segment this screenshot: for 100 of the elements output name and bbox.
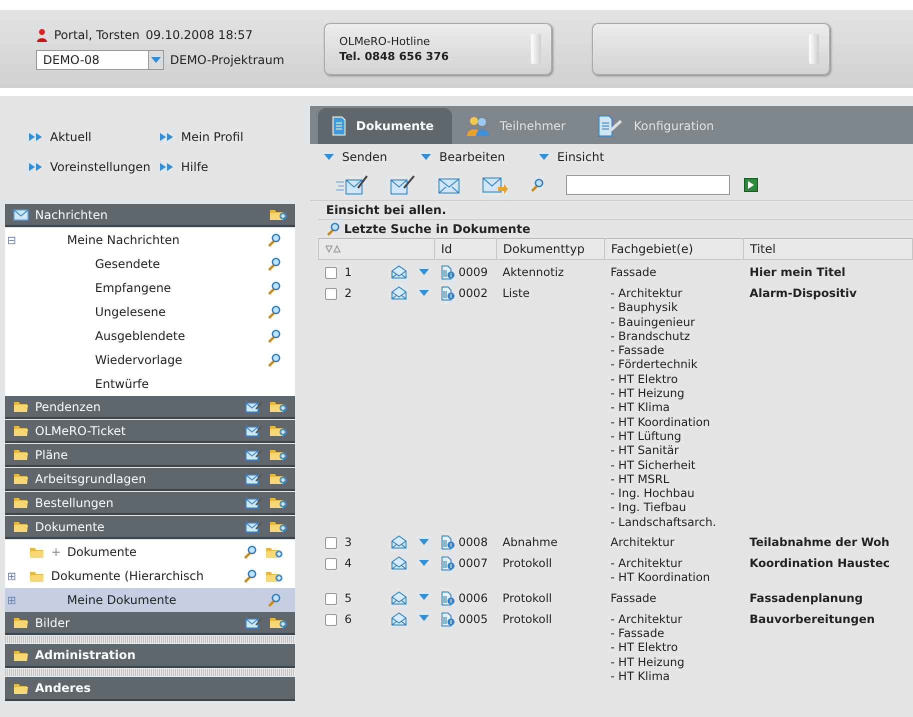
tree-item[interactable]: ⊞ Dokumente (Hierarchisch <box>5 564 295 588</box>
tree-item[interactable]: Entwürfe <box>5 372 295 396</box>
column-header[interactable]: Titel <box>744 238 912 260</box>
mail-arrow-icon[interactable] <box>482 175 508 195</box>
section-header[interactable]: Bestellungen <box>5 492 295 515</box>
toggle-icon[interactable]: ⊟ <box>7 234 16 246</box>
search-icon[interactable] <box>267 281 281 295</box>
document-icon[interactable] <box>440 612 454 627</box>
mail-icon[interactable] <box>438 176 460 194</box>
menu-button[interactable]: Bearbeiten <box>421 150 506 164</box>
caret-icon[interactable] <box>421 154 432 160</box>
nav-link[interactable]: Hilfe <box>159 160 290 174</box>
column-header[interactable]: Id <box>434 238 496 260</box>
caret-icon[interactable] <box>418 615 428 622</box>
search-icon[interactable] <box>267 233 281 247</box>
nav-link[interactable]: Mein Profil <box>159 130 290 144</box>
search-icon[interactable] <box>267 257 281 271</box>
row-checkbox[interactable] <box>324 537 336 550</box>
tree-item[interactable]: Ungelesene <box>5 300 295 324</box>
section-header[interactable]: Pläne <box>5 444 295 467</box>
section-header[interactable]: OLMeRO-Ticket <box>5 420 295 443</box>
tab[interactable]: Dokumente <box>318 108 452 144</box>
folder-add-icon[interactable] <box>269 208 287 221</box>
search-icon[interactable] <box>530 178 544 192</box>
section-header[interactable]: Pendenzen <box>5 396 295 419</box>
document-icon[interactable] <box>440 556 454 572</box>
mail-icon[interactable] <box>390 265 406 279</box>
caret-icon[interactable] <box>418 538 428 546</box>
mail-edit-icon[interactable] <box>245 496 263 509</box>
user-icon <box>36 28 48 42</box>
mail-edit-icon[interactable] <box>245 520 263 533</box>
row-checkbox[interactable] <box>324 614 336 626</box>
section-header[interactable]: Administration <box>5 644 295 668</box>
section-header[interactable]: Dokumente <box>5 516 295 539</box>
nav-link[interactable]: Aktuell <box>28 130 159 144</box>
toggle-icon[interactable]: ⊞ <box>7 570 16 582</box>
column-header[interactable]: Fachgebiet(e) <box>604 238 744 260</box>
caret-icon[interactable] <box>539 154 550 160</box>
nav-link[interactable]: Voreinstellungen <box>28 160 159 174</box>
project-select[interactable]: DEMO-08 <box>36 50 164 70</box>
search-icon[interactable] <box>267 353 281 367</box>
search-icon[interactable] <box>267 593 281 607</box>
mail-edit-icon[interactable] <box>245 448 263 461</box>
row-checkbox[interactable] <box>324 558 336 570</box>
mail-edit-icon[interactable] <box>245 616 263 629</box>
search-field[interactable] <box>566 175 730 195</box>
mail-icon[interactable] <box>390 535 406 550</box>
folder-add-icon[interactable] <box>269 472 287 485</box>
menu-button[interactable]: Senden <box>324 150 388 164</box>
caret-icon[interactable] <box>418 290 428 296</box>
mail-icon[interactable] <box>390 590 406 605</box>
tree-item[interactable]: ⊞ Meine Dokumente <box>5 588 295 612</box>
mail-icon[interactable] <box>390 556 406 570</box>
mail-icon[interactable] <box>390 612 406 626</box>
search-icon[interactable] <box>326 222 340 236</box>
expand-marker[interactable]: + <box>51 545 62 559</box>
row-checkbox[interactable] <box>324 288 336 300</box>
document-icon[interactable] <box>440 286 454 301</box>
folder-add-icon[interactable] <box>269 496 287 509</box>
document-icon[interactable] <box>440 535 454 550</box>
section-header[interactable]: Nachrichten <box>5 204 295 227</box>
caret-icon[interactable] <box>418 560 428 567</box>
tree-item[interactable]: + Dokumente <box>5 540 295 564</box>
folder-add-icon[interactable] <box>269 520 287 533</box>
search-icon[interactable] <box>243 545 257 559</box>
section-header[interactable]: Bilder <box>5 612 295 635</box>
menu-button[interactable]: Einsicht <box>539 150 604 164</box>
folder-add-icon[interactable] <box>269 616 287 629</box>
mail-icon[interactable] <box>390 286 406 300</box>
document-icon[interactable] <box>440 265 454 280</box>
dropdown-icon[interactable] <box>151 56 161 64</box>
folder-add-icon[interactable] <box>265 570 283 582</box>
caret-icon[interactable] <box>324 154 334 160</box>
tree-item[interactable]: Gesendete <box>5 252 295 276</box>
section-header[interactable]: Arbeitsgrundlagen <box>5 468 295 491</box>
tree-item[interactable]: ⊟ Meine Nachrichten <box>5 228 295 252</box>
caret-icon[interactable] <box>418 268 428 276</box>
search-icon[interactable] <box>267 305 281 319</box>
mail-edit-icon[interactable] <box>245 472 263 485</box>
mail-edit-icon[interactable] <box>245 400 263 413</box>
document-icon[interactable] <box>440 590 454 606</box>
mail-lines-icon[interactable] <box>336 174 368 196</box>
tree-item[interactable]: Ausgeblendete <box>5 324 295 348</box>
search-icon[interactable] <box>267 329 281 343</box>
caret-icon[interactable] <box>418 594 428 602</box>
mail-edit-icon[interactable] <box>245 424 263 437</box>
folder-add-icon[interactable] <box>269 448 287 461</box>
tree-item[interactable]: Wiedervorlage <box>5 348 295 372</box>
go-button[interactable] <box>744 178 758 192</box>
section-header[interactable]: Anderes <box>5 677 295 701</box>
folder-add-icon[interactable] <box>269 400 287 413</box>
column-header[interactable]: Dokumenttyp <box>496 238 604 260</box>
row-checkbox[interactable] <box>324 592 336 605</box>
folder-add-icon[interactable] <box>269 424 287 437</box>
search-icon[interactable] <box>243 569 257 583</box>
sort-icon[interactable] <box>325 245 341 253</box>
mail-pencil-icon[interactable] <box>390 174 416 196</box>
folder-add-icon[interactable] <box>265 546 283 558</box>
row-checkbox[interactable] <box>324 267 336 280</box>
tree-item[interactable]: Empfangene <box>5 276 295 300</box>
